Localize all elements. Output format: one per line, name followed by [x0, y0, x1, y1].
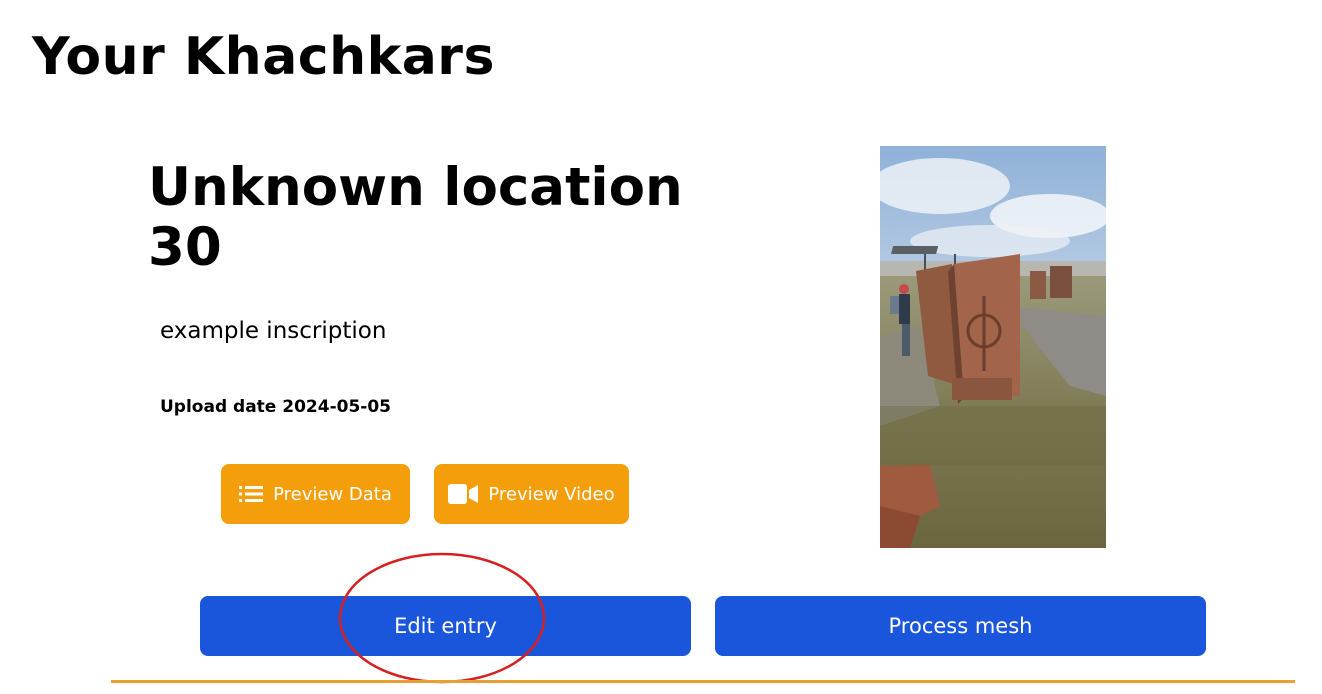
- edit-entry-button[interactable]: Edit entry: [200, 596, 691, 656]
- khachkar-photo: [880, 146, 1106, 548]
- process-mesh-button[interactable]: Process mesh: [715, 596, 1206, 656]
- entry-title: Unknown location 30: [148, 157, 683, 278]
- edit-entry-label: Edit entry: [394, 614, 497, 638]
- process-mesh-label: Process mesh: [888, 614, 1033, 638]
- video-camera-icon: [448, 484, 479, 504]
- entry-inscription: example inscription: [160, 318, 387, 344]
- preview-video-button[interactable]: Preview Video: [434, 464, 629, 524]
- divider: [111, 680, 1295, 683]
- preview-data-button[interactable]: Preview Data: [221, 464, 410, 524]
- preview-data-label: Preview Data: [273, 483, 392, 505]
- page-title: Your Khachkars: [32, 27, 495, 87]
- list-icon: [239, 485, 264, 503]
- page: Your Khachkars Unknown location 30 examp…: [0, 0, 1322, 694]
- upload-date: Upload date 2024-05-05: [160, 397, 391, 417]
- preview-video-label: Preview Video: [488, 483, 615, 505]
